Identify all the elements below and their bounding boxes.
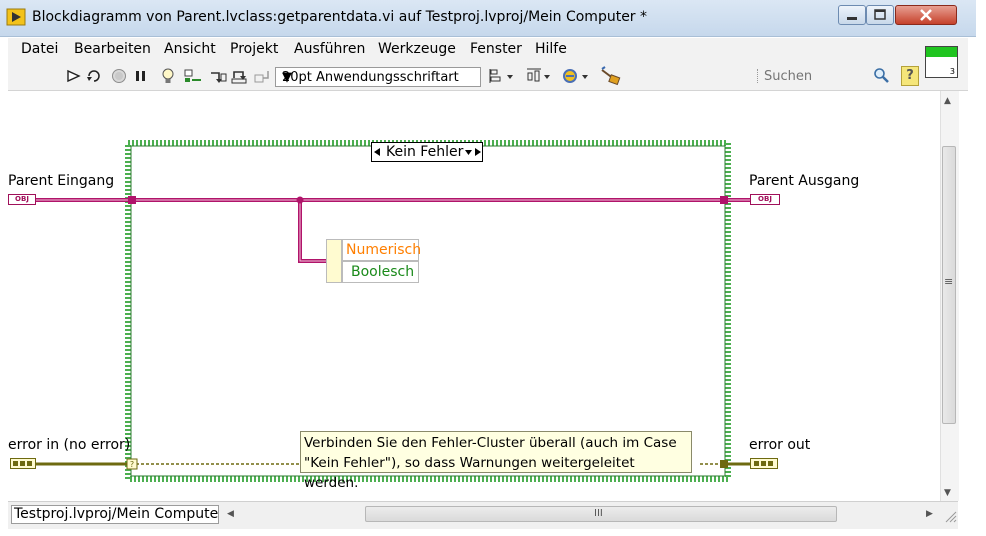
maximize-button[interactable] <box>866 5 894 25</box>
chevron-down-icon: ▼ <box>282 70 292 85</box>
run-status-bar <box>926 47 957 57</box>
diagram-comment[interactable]: Verbinden Sie den Fehler-Cluster überall… <box>300 431 692 491</box>
error-out-label: error out <box>749 437 811 453</box>
scroll-down-icon[interactable]: ▼ <box>944 488 951 498</box>
menu-werkzeuge[interactable]: Werkzeuge <box>378 41 456 57</box>
input-tunnel-unwired-marker: ? <box>130 460 134 469</box>
case-prev-icon[interactable] <box>373 147 382 157</box>
search-input[interactable] <box>764 66 864 86</box>
minimize-icon <box>847 17 857 20</box>
parent-eingang-terminal[interactable]: OBJ <box>8 194 36 205</box>
parent-eingang-label: Parent Eingang <box>8 173 115 189</box>
maximize-icon <box>874 9 886 20</box>
resize-grip-icon[interactable] <box>944 510 957 523</box>
vi-icon-indicator[interactable]: 3 <box>925 46 958 78</box>
align-objects-icon[interactable] <box>489 68 515 84</box>
run-continuously-icon[interactable] <box>86 68 104 84</box>
highlight-execution-icon[interactable] <box>160 67 176 85</box>
output-tunnel-error[interactable] <box>720 460 728 468</box>
menu-datei[interactable]: Datei <box>21 41 58 57</box>
menu-ansicht[interactable]: Ansicht <box>164 41 216 57</box>
window-title: Blockdiagramm von Parent.lvclass:getpare… <box>32 9 648 25</box>
context-help-button[interactable]: ? <box>901 66 919 86</box>
menu-ausfuehren[interactable]: Ausführen <box>294 41 365 57</box>
case-dropdown-icon[interactable] <box>464 149 473 156</box>
horizontal-scroll-thumb[interactable]: III <box>365 506 837 522</box>
case-structure-border[interactable] <box>125 140 731 482</box>
retain-wire-values-icon[interactable] <box>183 68 203 84</box>
error-cluster-icon <box>13 461 32 466</box>
font-select[interactable]: 20pt Anwendungsschriftart ▼ <box>275 67 481 87</box>
error-cluster-icon <box>754 461 773 466</box>
minimize-button[interactable] <box>838 5 866 25</box>
close-button[interactable] <box>895 5 957 25</box>
reorder-icon[interactable] <box>562 67 590 85</box>
labview-app-icon <box>6 8 26 26</box>
project-context-path: Testproj.lvproj/Mein Computer <box>11 505 219 524</box>
vi-icon-number: 3 <box>949 67 955 76</box>
parent-ausgang-terminal[interactable]: OBJ <box>750 194 780 205</box>
search-divider <box>757 69 760 83</box>
input-tunnel-parent[interactable] <box>128 196 136 204</box>
scroll-up-icon[interactable]: ▲ <box>944 96 951 106</box>
scroll-right-icon[interactable]: ▶ <box>926 509 933 519</box>
obj-terminal-text: OBJ <box>758 195 772 203</box>
case-next-icon[interactable] <box>474 147 482 157</box>
cleanup-diagram-icon[interactable] <box>599 66 621 86</box>
menu-hilfe[interactable]: Hilfe <box>535 41 567 57</box>
pause-icon[interactable] <box>133 68 149 84</box>
parent-ausgang-label: Parent Ausgang <box>749 173 860 189</box>
menu-projekt[interactable]: Projekt <box>230 41 278 57</box>
case-selector[interactable]: Kein Fehler <box>371 142 483 162</box>
run-arrow-icon[interactable] <box>66 68 82 84</box>
distribute-objects-icon[interactable] <box>526 68 552 84</box>
vertical-scroll-thumb[interactable]: ≡ <box>942 146 956 424</box>
wire-junction <box>296 196 304 204</box>
close-icon <box>920 9 932 21</box>
search-icon[interactable] <box>873 67 889 83</box>
case-selector-label: Kein Fehler <box>386 144 464 160</box>
abort-icon[interactable] <box>111 68 127 84</box>
output-tunnel-parent[interactable] <box>720 196 728 204</box>
step-into-icon[interactable] <box>209 68 227 84</box>
error-in-label: error in (no error) <box>8 437 131 453</box>
grip-icon: III <box>594 508 603 519</box>
scroll-left-icon[interactable]: ◀ <box>227 509 234 519</box>
case-structure-inner-border <box>130 145 726 477</box>
error-in-terminal[interactable] <box>10 458 36 469</box>
obj-terminal-text: OBJ <box>15 195 29 203</box>
step-over-icon[interactable] <box>231 68 249 84</box>
error-out-terminal[interactable] <box>750 458 778 469</box>
grip-icon: ≡ <box>944 275 954 288</box>
menu-fenster[interactable]: Fenster <box>470 41 522 57</box>
class-wire-branch[interactable] <box>298 200 328 263</box>
unbundle-item-boolesch[interactable]: Boolesch <box>342 261 419 283</box>
step-out-icon[interactable] <box>253 68 271 84</box>
menu-bearbeiten[interactable]: Bearbeiten <box>74 41 151 57</box>
unbundle-item-numerisch[interactable]: Numerisch <box>342 239 421 261</box>
class-wire-branch-highlight <box>299 200 328 262</box>
unbundle-by-name-node[interactable] <box>326 239 342 283</box>
